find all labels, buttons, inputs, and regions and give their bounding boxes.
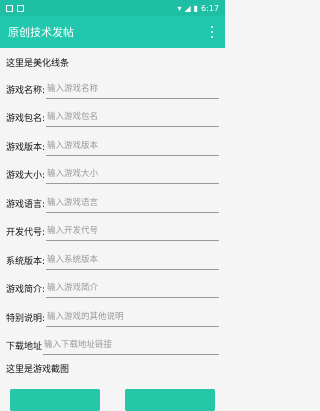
notification-icon [6,4,13,12]
game-intro-input[interactable]: 输入游戏简介 [46,280,219,298]
game-language-label: 游戏语言: [6,199,46,210]
package-name-input[interactable]: 输入游戏包名 [46,109,219,127]
status-time: 6:17 [201,3,219,13]
game-name-label: 游戏名称: [6,85,46,96]
game-size-label: 游戏大小: [6,171,46,181]
game-size-input[interactable]: 输入游戏大小 [46,166,219,184]
form-row-language: 游戏语言: 输入游戏语言 [6,187,219,216]
game-intro-label: 游戏简介: [6,285,46,295]
game-version-label: 游戏版本: [6,142,46,153]
right-action-button[interactable] [125,389,215,411]
form-row-system: 系统版本: 输入系统版本 [6,244,219,273]
special-notes-input[interactable]: 输入游戏的其他说明 [46,309,219,327]
form-row-intro: 游戏简介: 输入游戏简介 [6,273,219,302]
system-version-input[interactable]: 输入系统版本 [46,252,219,270]
package-name-label: 游戏包名: [6,114,46,124]
game-language-input[interactable]: 输入游戏语言 [46,195,219,213]
left-action-button[interactable] [10,389,100,411]
app-bar: 原创技术发帖 [0,16,225,48]
form-row-package: 游戏包名: 输入游戏包名 [6,102,219,131]
form-row-download: 下载地址 输入下载地址链接 [6,330,219,359]
form-row-notes: 特别说明: 输入游戏的其他说明 [6,301,219,330]
special-notes-label: 特别说明: [6,313,46,324]
form-row-version: 游戏版本: 输入游戏版本 [6,130,219,159]
form-row-size: 游戏大小: 输入游戏大小 [6,159,219,188]
form-row-game-name: 游戏名称: 输入游戏名称 [6,73,219,102]
system-version-label: 系统版本: [6,256,46,267]
download-url-input[interactable]: 输入下载地址链接 [43,337,219,355]
app-title: 原创技术发帖 [8,26,74,39]
status-bar: ▾ ◢ ▮ 6:17 [0,0,225,16]
game-name-input[interactable]: 输入游戏名称 [46,81,219,99]
wifi-icon: ▾ [177,3,182,13]
dev-code-label: 开发代号: [6,228,46,238]
bottom-buttons [0,389,225,411]
battery-icon: ▮ [193,3,199,13]
post-form: 这里是美化线条 游戏名称: 输入游戏名称 游戏包名: 输入游戏包名 游戏版本: … [0,48,225,377]
download-url-label: 下载地址 [6,342,43,352]
signal-icon: ◢ [184,3,191,13]
app-notification-icon [17,4,24,12]
section-line-label: 这里是美化线条 [6,59,70,69]
form-row-dev-code: 开发代号: 输入开发代号 [6,216,219,245]
game-version-input[interactable]: 输入游戏版本 [46,138,219,156]
overflow-menu-icon[interactable] [207,25,217,39]
section-screenshot-label: 这里是游戏截图 [6,365,70,375]
dev-code-input[interactable]: 输入开发代号 [46,223,219,241]
